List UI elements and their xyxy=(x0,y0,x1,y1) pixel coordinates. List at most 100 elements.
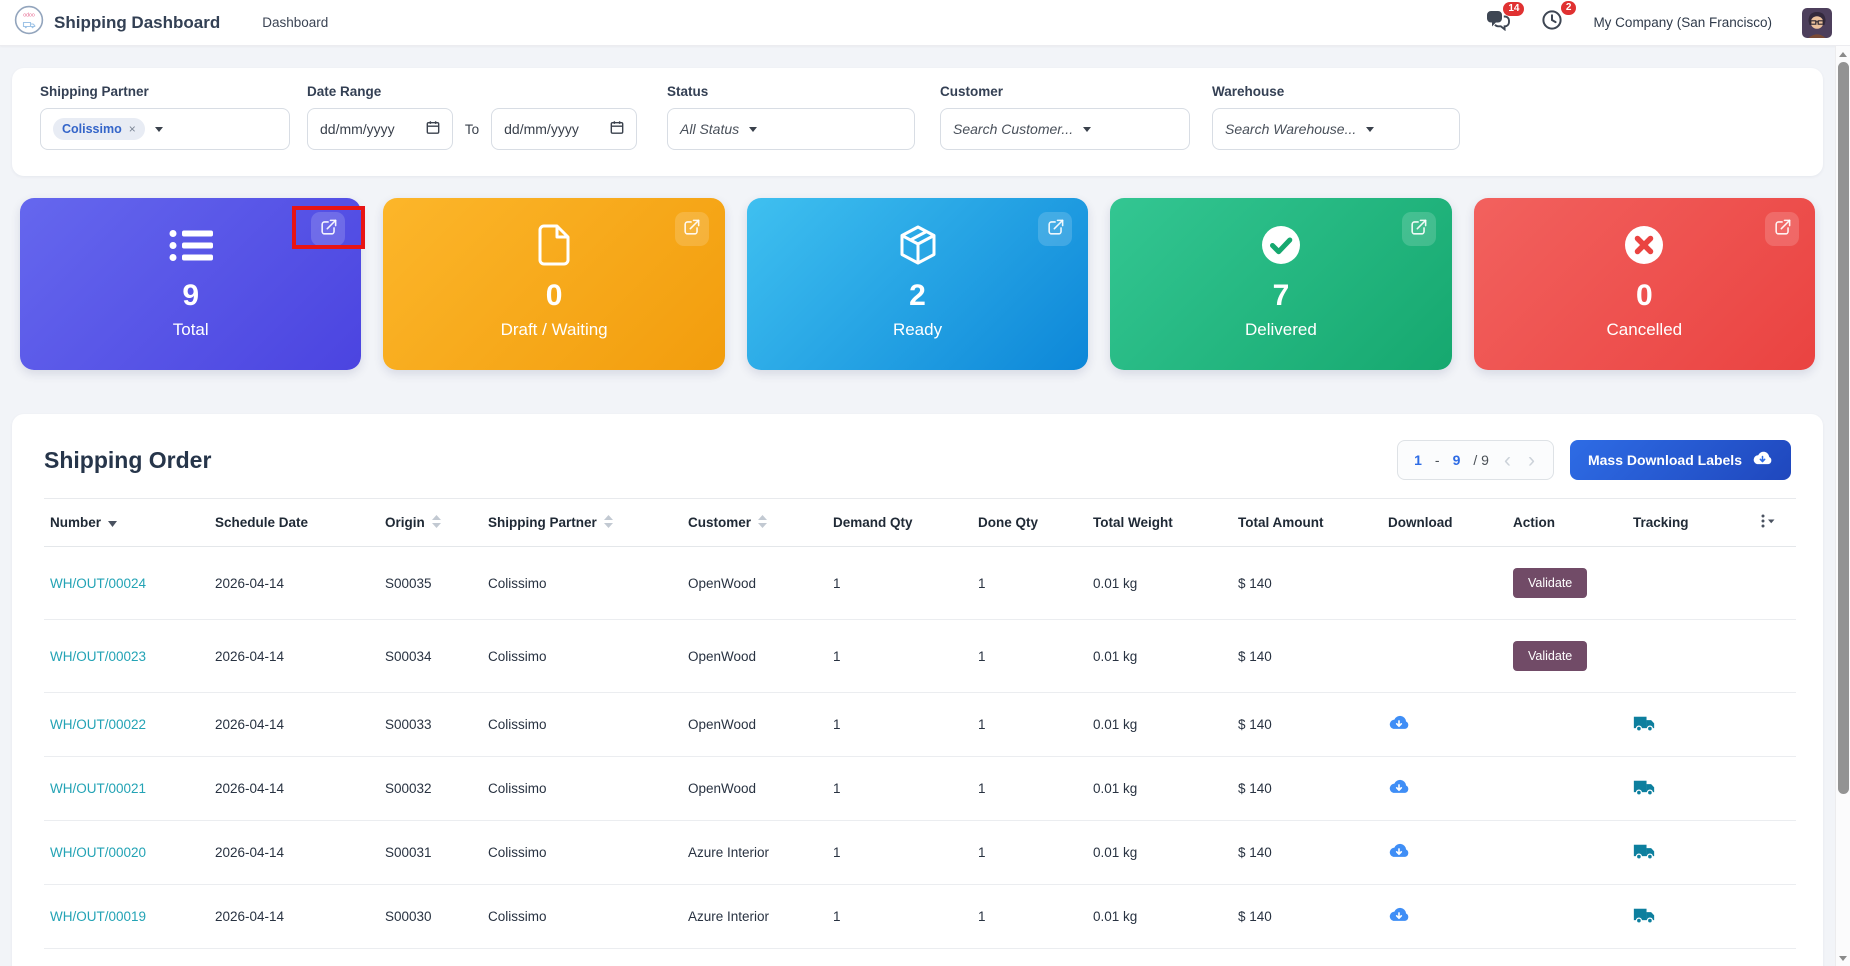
download-label-button[interactable] xyxy=(1388,714,1410,735)
column-header-origin[interactable]: Origin xyxy=(379,499,482,547)
external-link-icon xyxy=(319,218,338,240)
total-weight-cell: 0.01 kg xyxy=(1087,885,1232,949)
mass-download-label: Mass Download Labels xyxy=(1588,452,1742,468)
clock-icon xyxy=(1541,9,1563,36)
order-number-link[interactable]: WH/OUT/00020 xyxy=(50,845,146,860)
stat-card-ready[interactable]: 2 Ready xyxy=(747,198,1088,370)
page-title: Shipping Order xyxy=(44,447,211,474)
scroll-down-arrow[interactable] xyxy=(1836,952,1850,964)
order-number-link[interactable]: WH/OUT/00022 xyxy=(50,717,146,732)
table-row: WH/OUT/000242026-04-14S00035ColissimoOpe… xyxy=(44,547,1796,620)
menu-dashboard[interactable]: Dashboard xyxy=(262,15,328,30)
order-number-link[interactable]: WH/OUT/00023 xyxy=(50,649,146,664)
truck-icon xyxy=(1633,715,1655,735)
vertical-scrollbar[interactable] xyxy=(1835,46,1850,966)
activities-button[interactable]: 2 xyxy=(1541,9,1563,36)
tracking-button[interactable] xyxy=(1633,715,1655,735)
download-label-button[interactable] xyxy=(1388,906,1410,927)
stat-card-total[interactable]: 9 Total xyxy=(20,198,361,370)
date-to-value: dd/mm/yyyy xyxy=(504,121,579,137)
order-number-link[interactable]: WH/OUT/00021 xyxy=(50,781,146,796)
column-header-shipping-partner[interactable]: Shipping Partner xyxy=(482,499,682,547)
origin-cell: S00030 xyxy=(379,885,482,949)
options-cell-empty xyxy=(1752,821,1796,885)
column-header-number[interactable]: Number xyxy=(44,499,209,547)
partner-tag-label: Colissimo xyxy=(62,122,122,136)
demand-qty-cell: 1 xyxy=(827,821,972,885)
company-switcher[interactable]: My Company (San Francisco) xyxy=(1593,15,1772,30)
pager-start[interactable]: 1 xyxy=(1414,452,1422,468)
cloud-download-icon xyxy=(1752,450,1773,470)
external-link-button[interactable] xyxy=(1402,212,1436,246)
status-select[interactable]: All Status xyxy=(667,108,915,150)
order-number-link[interactable]: WH/OUT/00019 xyxy=(50,909,146,924)
external-link-icon xyxy=(1046,218,1065,240)
chevron-down-icon xyxy=(1366,127,1374,132)
demand-qty-cell: 1 xyxy=(827,693,972,757)
scrollbar-thumb[interactable] xyxy=(1838,62,1849,794)
partner-tag: Colissimo × xyxy=(53,118,145,140)
warehouse-placeholder: Search Warehouse... xyxy=(1225,121,1356,137)
remove-tag-icon[interactable]: × xyxy=(129,122,136,136)
tracking-button[interactable] xyxy=(1633,907,1655,927)
navbar: odoo Shipping Dashboard Dashboard 14 2 M… xyxy=(0,0,1850,46)
pager: 1 - 9 / 9 ‹ › xyxy=(1397,440,1554,480)
table-row: WH/OUT/000232026-04-14S00034ColissimoOpe… xyxy=(44,620,1796,693)
customer-select[interactable]: Search Customer... xyxy=(940,108,1190,150)
validate-button[interactable]: Validate xyxy=(1513,568,1587,598)
stat-card-draft-waiting[interactable]: 0 Draft / Waiting xyxy=(383,198,724,370)
pager-end[interactable]: 9 xyxy=(1453,452,1461,468)
done-qty-cell: 1 xyxy=(972,547,1087,620)
order-number-link[interactable]: WH/OUT/00024 xyxy=(50,576,146,591)
date-from-value: dd/mm/yyyy xyxy=(320,121,395,137)
download-label-button[interactable] xyxy=(1388,842,1410,863)
schedule-date-cell: 2026-04-14 xyxy=(209,757,379,821)
x-circle-icon xyxy=(1623,224,1665,266)
scroll-up-arrow[interactable] xyxy=(1836,48,1850,60)
customer-placeholder: Search Customer... xyxy=(953,121,1073,137)
column-options-button[interactable] xyxy=(1752,499,1796,547)
cube-icon xyxy=(897,224,939,266)
column-label: Done Qty xyxy=(978,515,1038,530)
mass-download-labels-button[interactable]: Mass Download Labels xyxy=(1570,440,1791,480)
schedule-date-cell: 2026-04-14 xyxy=(209,620,379,693)
list-icon xyxy=(168,224,213,266)
origin-cell: S00034 xyxy=(379,620,482,693)
tracking-button[interactable] xyxy=(1633,843,1655,863)
odoo-logo-icon[interactable]: odoo xyxy=(14,5,44,40)
validate-button[interactable]: Validate xyxy=(1513,641,1587,671)
shipping-partner-cell: Colissimo xyxy=(482,693,682,757)
avatar[interactable] xyxy=(1802,8,1832,38)
external-link-button[interactable] xyxy=(1038,212,1072,246)
messages-button[interactable]: 14 xyxy=(1486,10,1511,36)
action-cell-empty xyxy=(1507,949,1627,966)
sort-icon xyxy=(432,515,441,531)
schedule-date-cell: 2026-04-14 xyxy=(209,885,379,949)
pager-next-button[interactable]: › xyxy=(1526,450,1537,471)
total-amount-cell: $ 140 xyxy=(1232,620,1382,693)
external-link-button[interactable] xyxy=(1765,212,1799,246)
cloud-download-icon xyxy=(1388,906,1410,927)
warehouse-select[interactable]: Search Warehouse... xyxy=(1212,108,1460,150)
options-cell-empty xyxy=(1752,885,1796,949)
origin-cell: S00033 xyxy=(379,693,482,757)
customer-cell: OpenWood xyxy=(682,547,827,620)
date-from-input[interactable]: dd/mm/yyyy xyxy=(307,108,453,150)
external-link-button[interactable] xyxy=(311,212,345,246)
table-row: WH/OUT/000202026-04-14S00031ColissimoAzu… xyxy=(44,821,1796,885)
stat-card-delivered[interactable]: 7 Delivered xyxy=(1110,198,1451,370)
download-label-button[interactable] xyxy=(1388,778,1410,799)
column-label: Download xyxy=(1388,515,1453,530)
column-header-customer[interactable]: Customer xyxy=(682,499,827,547)
total-amount-cell: $ 140 xyxy=(1232,949,1382,966)
filter-panel: Shipping Partner Colissimo × Date Range … xyxy=(12,68,1823,176)
customer-cell: Azure Interior xyxy=(682,821,827,885)
external-link-button[interactable] xyxy=(675,212,709,246)
cloud-download-icon xyxy=(1388,842,1410,863)
stat-card-cancelled[interactable]: 0 Cancelled xyxy=(1474,198,1815,370)
shipping-partner-select[interactable]: Colissimo × xyxy=(40,108,290,150)
date-to-input[interactable]: dd/mm/yyyy xyxy=(491,108,637,150)
tracking-button[interactable] xyxy=(1633,779,1655,799)
column-label: Schedule Date xyxy=(215,515,308,530)
pager-previous-button[interactable]: ‹ xyxy=(1502,450,1513,471)
